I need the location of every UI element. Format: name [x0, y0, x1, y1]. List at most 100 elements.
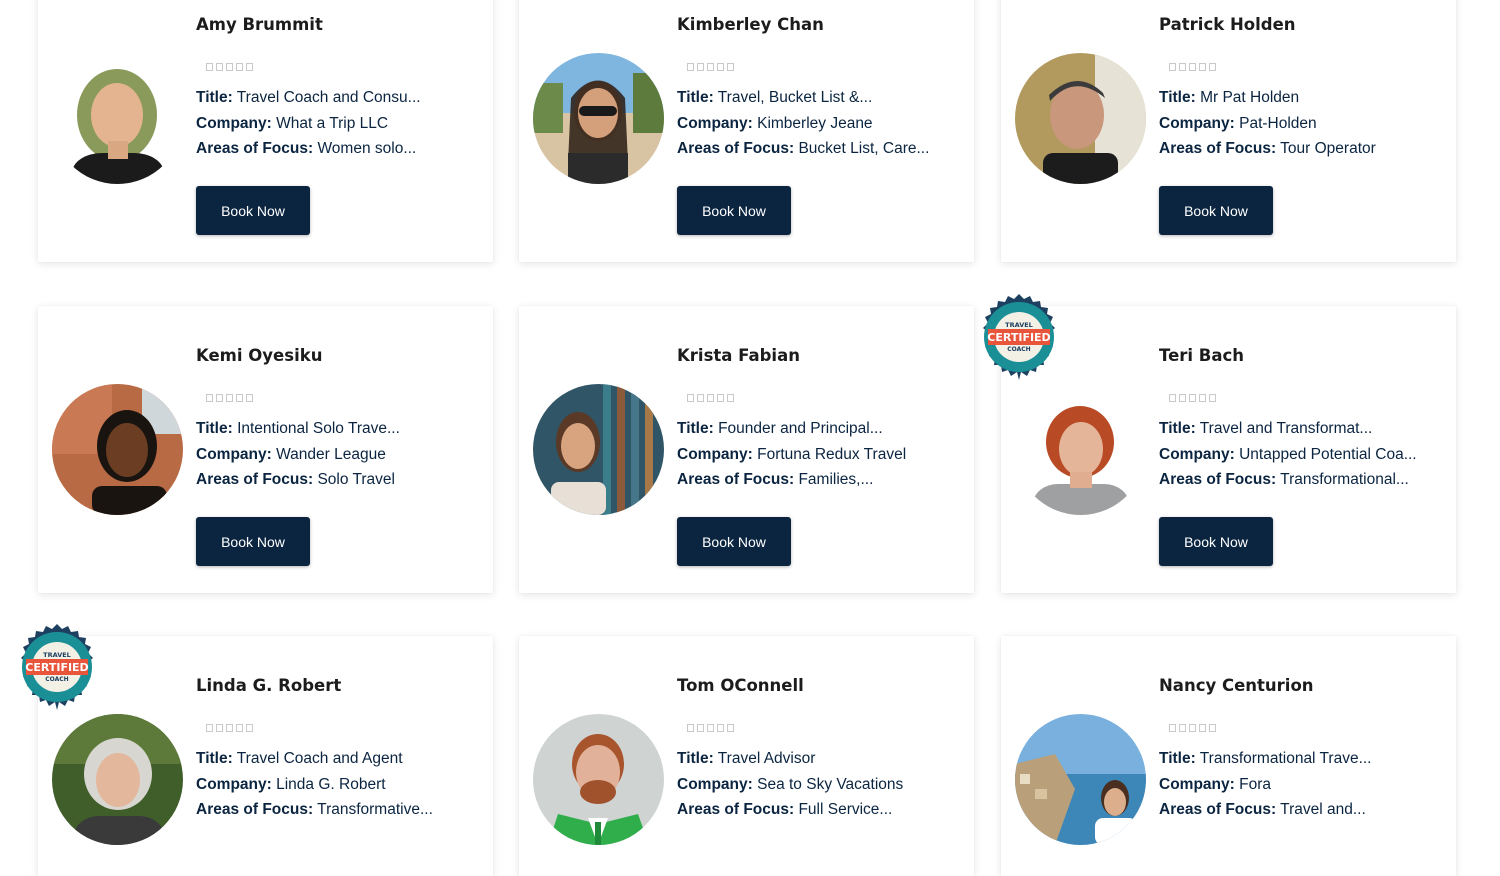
star-rating: [206, 63, 253, 71]
avatar[interactable]: [533, 714, 664, 845]
coach-name: Patrick Holden: [1159, 15, 1296, 34]
star-icon: [687, 394, 694, 402]
avatar[interactable]: [1015, 53, 1146, 184]
svg-text:TRAVEL: TRAVEL: [1005, 321, 1033, 329]
star-icon: [727, 63, 734, 71]
coach-company: Company: Wander League: [196, 446, 386, 463]
star-icon: [687, 63, 694, 71]
coach-title: Title: Founder and Principal...: [677, 420, 883, 437]
coach-name: Teri Bach: [1159, 346, 1245, 365]
avatar[interactable]: [1015, 714, 1146, 845]
star-icon: [1169, 63, 1176, 71]
star-icon: [717, 63, 724, 71]
star-rating: [1169, 394, 1216, 402]
star-icon: [697, 724, 704, 732]
coach-title: Title: Mr Pat Holden: [1159, 89, 1300, 106]
avatar[interactable]: [52, 53, 183, 184]
star-rating: [206, 724, 253, 732]
star-rating: [1169, 724, 1216, 732]
avatar[interactable]: [1015, 384, 1146, 515]
svg-text:COACH: COACH: [45, 676, 68, 683]
coach-title: Title: Transformational Trave...: [1159, 750, 1372, 767]
coach-card: Kimberley Chan Title: Travel, Bucket Lis…: [519, 0, 974, 262]
star-icon: [1179, 63, 1186, 71]
coach-title: Title: Travel Coach and Agent: [196, 750, 403, 767]
star-icon: [206, 724, 213, 732]
coach-card: Kemi Oyesiku Title: Intentional Solo Tra…: [38, 306, 493, 593]
coach-company: Company: Pat-Holden: [1159, 115, 1317, 132]
star-rating: [687, 724, 734, 732]
book-now-button[interactable]: Book Now: [196, 517, 310, 566]
star-icon: [226, 724, 233, 732]
star-icon: [226, 63, 233, 71]
coach-company: Company: Fora: [1159, 776, 1271, 793]
book-now-button[interactable]: Book Now: [196, 186, 310, 235]
star-icon: [1199, 394, 1206, 402]
star-icon: [206, 394, 213, 402]
coach-company: Company: Fortuna Redux Travel: [677, 446, 907, 463]
book-now-button[interactable]: Book Now: [1159, 517, 1273, 566]
book-now-button[interactable]: Book Now: [677, 186, 791, 235]
avatar[interactable]: [52, 384, 183, 515]
star-rating: [687, 394, 734, 402]
coach-name: Linda G. Robert: [196, 676, 342, 695]
book-now-button[interactable]: Book Now: [677, 517, 791, 566]
coach-card: Patrick Holden Title: Mr Pat Holden Comp…: [1001, 0, 1456, 262]
star-icon: [1179, 724, 1186, 732]
star-icon: [1189, 63, 1196, 71]
coach-title: Title: Intentional Solo Trave...: [196, 420, 400, 437]
star-icon: [707, 394, 714, 402]
coach-areas: Areas of Focus: Transformative...: [196, 801, 433, 818]
avatar[interactable]: [533, 384, 664, 515]
star-icon: [236, 63, 243, 71]
avatar[interactable]: [52, 714, 183, 845]
svg-text:CERTIFIED: CERTIFIED: [25, 661, 88, 674]
star-icon: [216, 63, 223, 71]
coach-areas: Areas of Focus: Bucket List, Care...: [677, 140, 930, 157]
coach-company: Company: Linda G. Robert: [196, 776, 386, 793]
star-icon: [236, 724, 243, 732]
coach-company: Company: What a Trip LLC: [196, 115, 389, 132]
coach-title: Title: Travel, Bucket List &...: [677, 89, 873, 106]
coach-company: Company: Untapped Potential Coa...: [1159, 446, 1417, 463]
coach-title: Title: Travel and Transformat...: [1159, 420, 1373, 437]
svg-text:COACH: COACH: [1007, 346, 1030, 353]
coach-name: Krista Fabian: [677, 346, 800, 365]
coach-card: Tom OConnell Title: Travel Advisor Compa…: [519, 636, 974, 876]
coach-areas: Areas of Focus: Families,...: [677, 471, 874, 488]
coach-card: Linda G. Robert Title: Travel Coach and …: [38, 636, 493, 876]
star-icon: [1209, 63, 1216, 71]
star-icon: [687, 724, 694, 732]
star-icon: [717, 394, 724, 402]
star-icon: [226, 394, 233, 402]
star-icon: [727, 724, 734, 732]
certified-coach-badge-icon: TRAVEL CERTIFIED COACH: [14, 624, 100, 710]
star-icon: [246, 394, 253, 402]
avatar[interactable]: [533, 53, 664, 184]
star-icon: [1169, 394, 1176, 402]
star-icon: [246, 63, 253, 71]
star-icon: [1209, 724, 1216, 732]
book-now-button[interactable]: Book Now: [1159, 186, 1273, 235]
coach-areas: Areas of Focus: Full Service...: [677, 801, 893, 818]
coach-name: Amy Brummit: [196, 15, 323, 34]
star-rating: [687, 63, 734, 71]
coach-title: Title: Travel Advisor: [677, 750, 816, 767]
star-icon: [697, 394, 704, 402]
star-icon: [216, 394, 223, 402]
coach-areas: Areas of Focus: Transformational...: [1159, 471, 1409, 488]
star-icon: [1199, 63, 1206, 71]
coach-company: Company: Sea to Sky Vacations: [677, 776, 904, 793]
star-rating: [206, 394, 253, 402]
coach-name: Kemi Oyesiku: [196, 346, 323, 365]
coach-name: Nancy Centurion: [1159, 676, 1314, 695]
star-icon: [1189, 394, 1196, 402]
coach-name: Tom OConnell: [677, 676, 804, 695]
star-icon: [727, 394, 734, 402]
coach-areas: Areas of Focus: Tour Operator: [1159, 140, 1376, 157]
certified-coach-badge-icon: TRAVEL CERTIFIED COACH: [976, 294, 1062, 380]
star-icon: [717, 724, 724, 732]
coach-company: Company: Kimberley Jeane: [677, 115, 873, 132]
coach-card: Amy Brummit Title: Travel Coach and Cons…: [38, 0, 493, 262]
coach-name: Kimberley Chan: [677, 15, 824, 34]
